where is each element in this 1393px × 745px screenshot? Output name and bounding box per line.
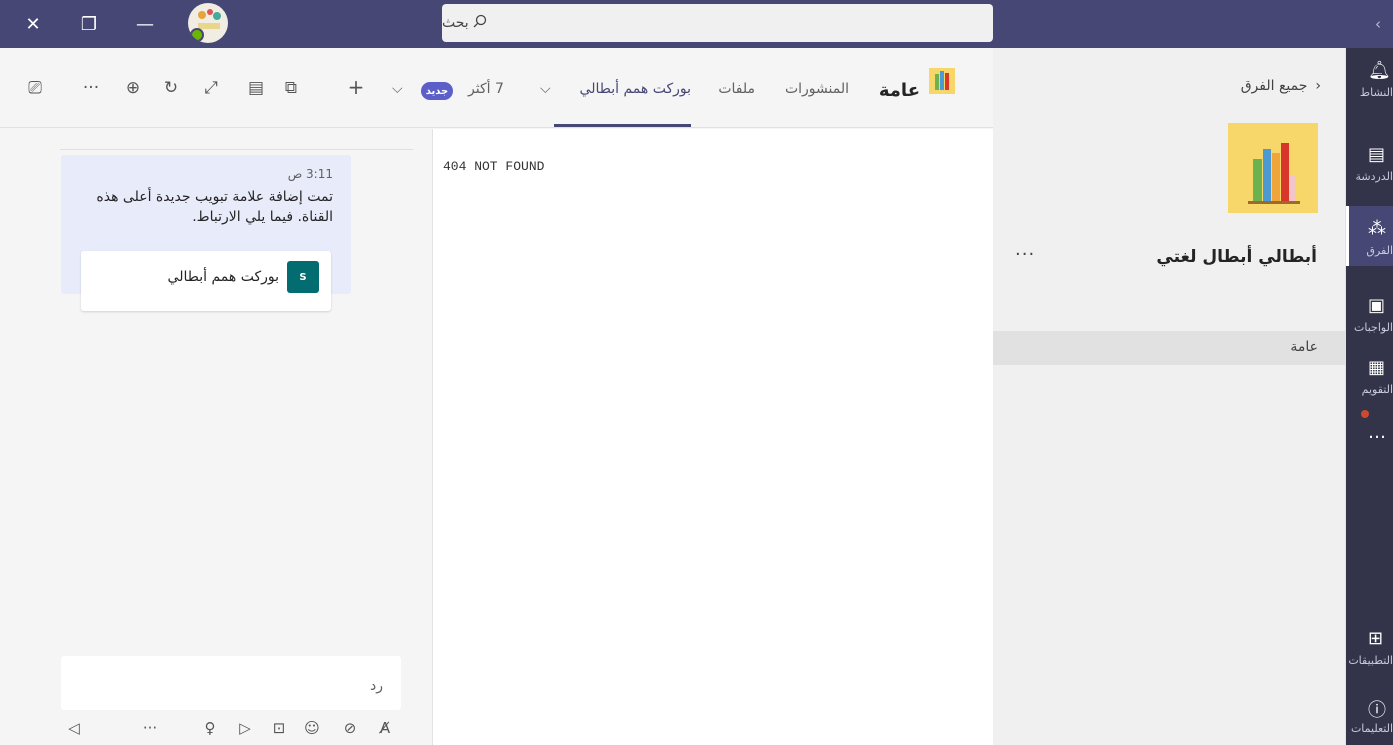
close-button[interactable]: ✕ [10, 0, 56, 48]
chat-icon: ▤ [1368, 144, 1386, 165]
emoji-icon[interactable]: ☺ [302, 719, 322, 737]
team-name: أبطالي أبطال لغتي [1156, 247, 1317, 267]
search-icon [473, 14, 487, 32]
channel-icon [929, 68, 955, 94]
more-icon[interactable]: ··· [80, 78, 102, 98]
rail-label: الواجبات [1354, 321, 1393, 334]
bell-icon: 🔔︎ [1368, 60, 1391, 81]
rail-item-chat[interactable]: ▤ الدردشة [1346, 132, 1393, 192]
rail-item-more[interactable]: … [1346, 410, 1393, 470]
rail-item-assignments[interactable]: ▣ الواجبات [1346, 283, 1393, 343]
rail-label: التعليمات [1350, 722, 1393, 735]
minimize-button[interactable]: — [122, 0, 168, 48]
praise-icon[interactable]: ▷ [235, 719, 255, 737]
chevron-down-icon[interactable]: ⌵ [392, 81, 403, 97]
avatar[interactable] [188, 3, 228, 43]
rail-label: التقويم [1361, 383, 1393, 396]
conversation-pane: 3:11 ص تمت إضافة علامة تبويب جديدة أعلى … [0, 129, 432, 745]
all-teams-label: جميع الفرق [1240, 78, 1308, 94]
tab-link-card[interactable]: S بوركت همم أبطالي [81, 251, 331, 311]
rail-label: الفرق [1366, 244, 1393, 257]
assignments-icon: ▣ [1368, 295, 1386, 316]
channel-item-general[interactable]: عامة [993, 331, 1346, 365]
error-message: 404 NOT FOUND [443, 159, 545, 174]
conversation-icon[interactable]: ▤ [245, 78, 267, 98]
active-tab-indicator [554, 124, 691, 127]
message-text: تمت إضافة علامة تبويب جديدة أعلى هذه الق… [96, 189, 333, 225]
message: 3:11 ص تمت إضافة علامة تبويب جديدة أعلى … [61, 155, 351, 311]
rail-item-apps[interactable]: ⊞ التطبيقات [1346, 616, 1393, 676]
search-box[interactable]: بحث [442, 4, 993, 42]
open-external-icon[interactable]: ⧉ [280, 78, 302, 98]
reply-box[interactable]: رد [61, 656, 401, 710]
back-chevron-icon[interactable]: ‹ [1363, 0, 1393, 48]
rail-label: النشاط [1359, 86, 1393, 99]
card-title: بوركت همم أبطالي [167, 269, 279, 285]
format-icon[interactable]: A̸ [375, 719, 395, 737]
search-placeholder: بحث [442, 15, 469, 31]
website-icon[interactable]: ⊕ [122, 78, 144, 98]
channel-header: عامة المنشورات ملفات بوركت همم أبطالي ⌵ … [0, 48, 993, 128]
title-bar: ✕ ❐ — بحث ‹ [0, 0, 1393, 48]
rail-item-help[interactable]: ⓘ التعليمات [1346, 684, 1393, 744]
teams-panel: ‹ جميع الفرق أبطالي أبطال لغتي ··· عامة [993, 48, 1346, 745]
add-tab-icon[interactable]: + [345, 75, 367, 99]
tab-content: 404 NOT FOUND [432, 129, 993, 745]
rail-item-teams[interactable]: ⁂ الفرق [1346, 206, 1393, 266]
tab-posts[interactable]: المنشورات [785, 81, 849, 97]
sharepoint-icon: S [287, 261, 319, 293]
expand-icon[interactable]: ⤢ [200, 78, 222, 98]
rail-item-activity[interactable]: 🔔︎ النشاط [1346, 48, 1393, 108]
calendar-icon: ▦ [1368, 357, 1386, 378]
all-teams-link[interactable]: ‹ جميع الفرق [1241, 78, 1321, 94]
status-available-icon [190, 28, 204, 42]
divider [60, 149, 413, 150]
restore-button[interactable]: ❐ [66, 0, 112, 48]
tab-more[interactable]: 7 أكثر [468, 81, 504, 97]
rail-label: الدردشة [1355, 170, 1393, 183]
tab-active[interactable]: بوركت همم أبطالي [580, 81, 691, 97]
team-avatar [1228, 123, 1318, 213]
send-icon[interactable]: ◁ [64, 719, 84, 737]
teams-icon: ⁂ [1368, 218, 1386, 239]
more-icon: … [1368, 422, 1386, 443]
channel-title: عامة [878, 80, 920, 101]
rail-label: التطبيقات [1348, 654, 1393, 667]
sticker-icon[interactable]: ⊡ [269, 719, 289, 737]
idea-icon[interactable]: ♀ [200, 719, 220, 737]
more-options-icon[interactable]: ··· [1015, 244, 1035, 265]
apps-icon: ⊞ [1368, 628, 1384, 649]
app-rail: 🔔︎ النشاط ▤ الدردشة ⁂ الفرق ▣ الواجبات ▦… [1346, 48, 1393, 745]
message-time: 3:11 ص [287, 167, 333, 181]
tab-chevron-icon[interactable]: ⌵ [540, 81, 551, 97]
more-options-icon[interactable]: ··· [140, 719, 160, 737]
help-icon: ⓘ [1368, 700, 1386, 721]
chevron-right-icon: ‹ [1315, 78, 1321, 94]
meet-icon[interactable]: ⎚ [24, 78, 46, 98]
reload-icon[interactable]: ↻ [160, 78, 182, 98]
rail-item-calendar[interactable]: ▦ التقويم [1346, 345, 1393, 405]
tab-files[interactable]: ملفات [718, 81, 755, 97]
channel-label: عامة [1290, 339, 1318, 355]
books-icon [1248, 143, 1300, 204]
new-badge: جديد [421, 82, 453, 100]
attach-icon[interactable]: ⊘ [340, 719, 360, 737]
reply-placeholder: رد [370, 678, 383, 694]
